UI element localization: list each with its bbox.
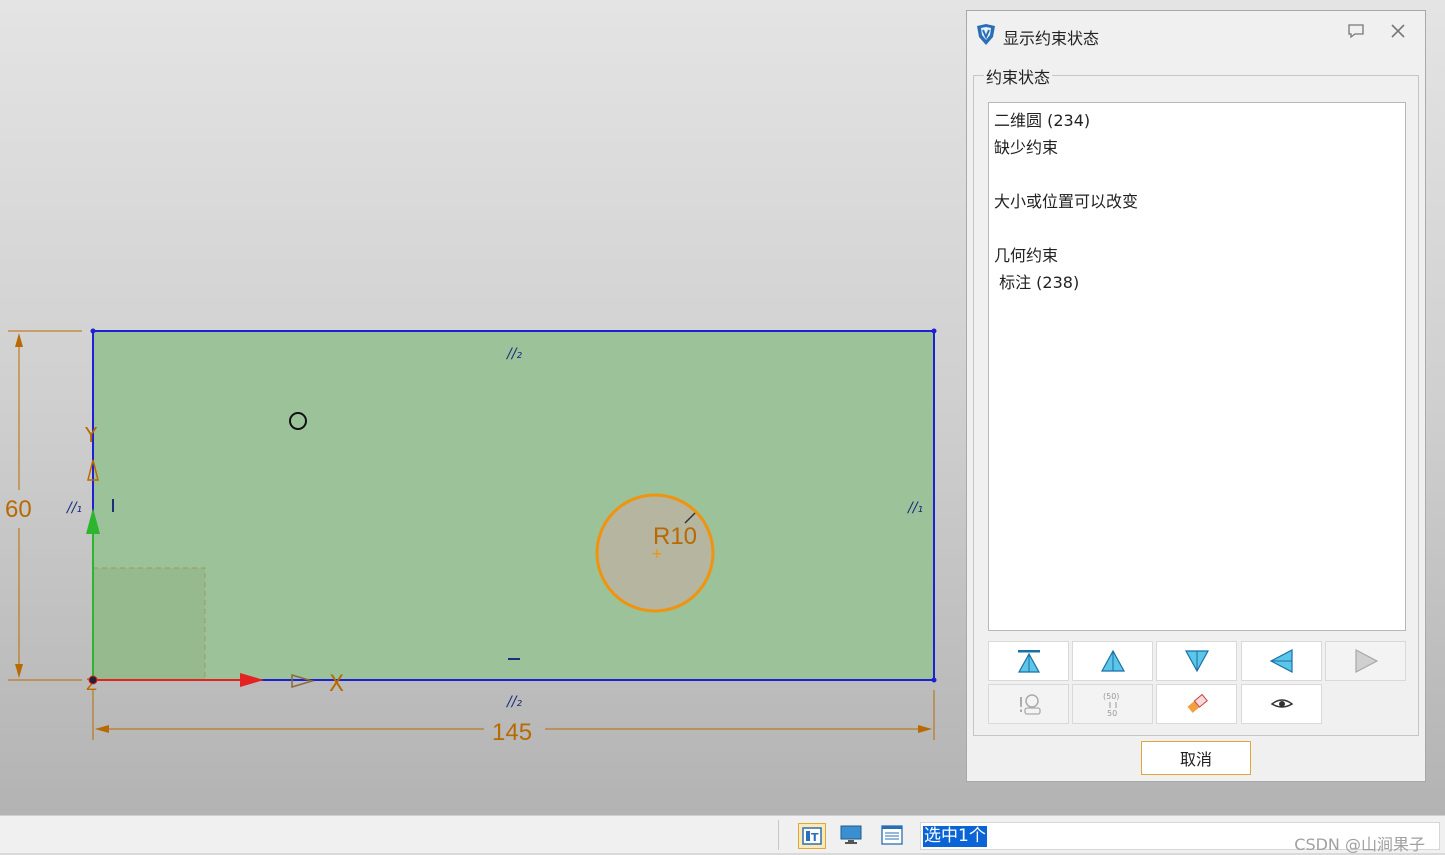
radius-dimension-label[interactable]: R10: [653, 523, 697, 550]
selection-status-text: 选中1个: [923, 826, 987, 847]
status-separator: [778, 820, 779, 850]
constraint-info-textbox[interactable]: 二维圆 (234) 缺少约束 大小或位置可以改变 几何约束 标注 (238): [988, 102, 1406, 631]
close-icon: [1391, 24, 1405, 38]
text-mode-icon: T: [802, 827, 822, 845]
show-hide-button[interactable]: [1241, 684, 1322, 724]
selection-status-field[interactable]: 选中1个 CSDN @山涧果子: [920, 822, 1440, 854]
forward-button[interactable]: [1325, 641, 1406, 681]
right-icon: [1354, 649, 1378, 673]
info-line: 几何约束: [994, 246, 1059, 265]
width-dimension-label[interactable]: 145: [492, 719, 532, 746]
status-bar: T 选中1个 CSDN @山涧果子: [0, 815, 1445, 854]
constraint-status-dialog: 显示约束状态 约束状态 二维圆 (234) 缺少约束 大小或位置可以改变 几何约…: [966, 10, 1426, 782]
list-view-button[interactable]: [879, 823, 905, 847]
corner-point[interactable]: [931, 677, 937, 683]
parallel-constraint-icon[interactable]: //₂: [505, 346, 522, 362]
dim-arrow: [95, 725, 109, 733]
help-icon: !: [1017, 693, 1041, 717]
svg-text:50: 50: [1107, 709, 1117, 718]
group-label: 约束状态: [984, 64, 1053, 88]
first-button[interactable]: [988, 641, 1069, 681]
monitor-icon: [840, 825, 862, 844]
app-logo-icon: [977, 24, 995, 45]
eye-icon: [1270, 699, 1293, 708]
list-icon: [881, 825, 903, 845]
parallel-constraint-icon[interactable]: //₁: [65, 500, 82, 516]
svg-text:!: !: [1017, 693, 1025, 717]
back-button[interactable]: [1241, 641, 1322, 681]
info-line: 二维圆 (234): [994, 111, 1091, 130]
constraint-status-group: 约束状态 二维圆 (234) 缺少约束 大小或位置可以改变 几何约束 标注 (2…: [973, 64, 1419, 736]
info-line: 大小或位置可以改变: [994, 192, 1139, 211]
first-icon: [1017, 650, 1040, 673]
display-button[interactable]: [838, 823, 864, 847]
parallel-constraint-icon[interactable]: //₁: [906, 500, 923, 516]
watermark: CSDN @山涧果子: [1294, 835, 1425, 854]
up-icon: [1100, 649, 1125, 672]
sketch-drawing[interactable]: + R10 60 145 //₂ //₂ //₁ //₁ X Y Z: [0, 0, 966, 815]
dim-arrow: [15, 664, 23, 678]
cancel-button[interactable]: 取消: [1141, 741, 1251, 775]
close-button[interactable]: [1387, 23, 1409, 45]
input-mode-button[interactable]: T: [798, 823, 826, 849]
parallel-constraint-icon[interactable]: //₂: [505, 694, 522, 710]
y-axis-label: Y: [84, 423, 98, 447]
dimension-toggle-button[interactable]: (50) 50: [1072, 684, 1153, 724]
dialog-title: 显示约束状态: [1003, 29, 1100, 48]
corner-point[interactable]: [90, 328, 96, 334]
dim-arrow: [15, 333, 23, 347]
info-line: [994, 161, 1400, 188]
previous-button[interactable]: [1072, 641, 1153, 681]
info-line: 缺少约束: [994, 138, 1059, 157]
help-query-button[interactable]: !: [988, 684, 1069, 724]
svg-text:(50): (50): [1103, 692, 1119, 701]
down-icon: [1184, 650, 1209, 673]
help-comment-button[interactable]: [1345, 23, 1367, 45]
origin-point[interactable]: [88, 675, 98, 685]
left-icon: [1269, 649, 1293, 673]
info-line: 标注 (238): [994, 273, 1080, 292]
height-dimension-label[interactable]: 60: [5, 496, 32, 523]
eraser-icon: [1187, 693, 1208, 713]
info-line: [994, 215, 1400, 242]
origin-datum-box: [92, 567, 206, 681]
comment-icon: [1348, 24, 1364, 39]
sketch-region[interactable]: [93, 331, 934, 680]
corner-point[interactable]: [931, 328, 937, 334]
next-button[interactable]: [1156, 641, 1237, 681]
svg-text:T: T: [811, 831, 819, 844]
x-axis-label: X: [329, 672, 344, 697]
dim-arrow: [918, 725, 932, 733]
erase-button[interactable]: [1156, 684, 1237, 724]
dimension-icon: (50) 50: [1103, 692, 1119, 718]
